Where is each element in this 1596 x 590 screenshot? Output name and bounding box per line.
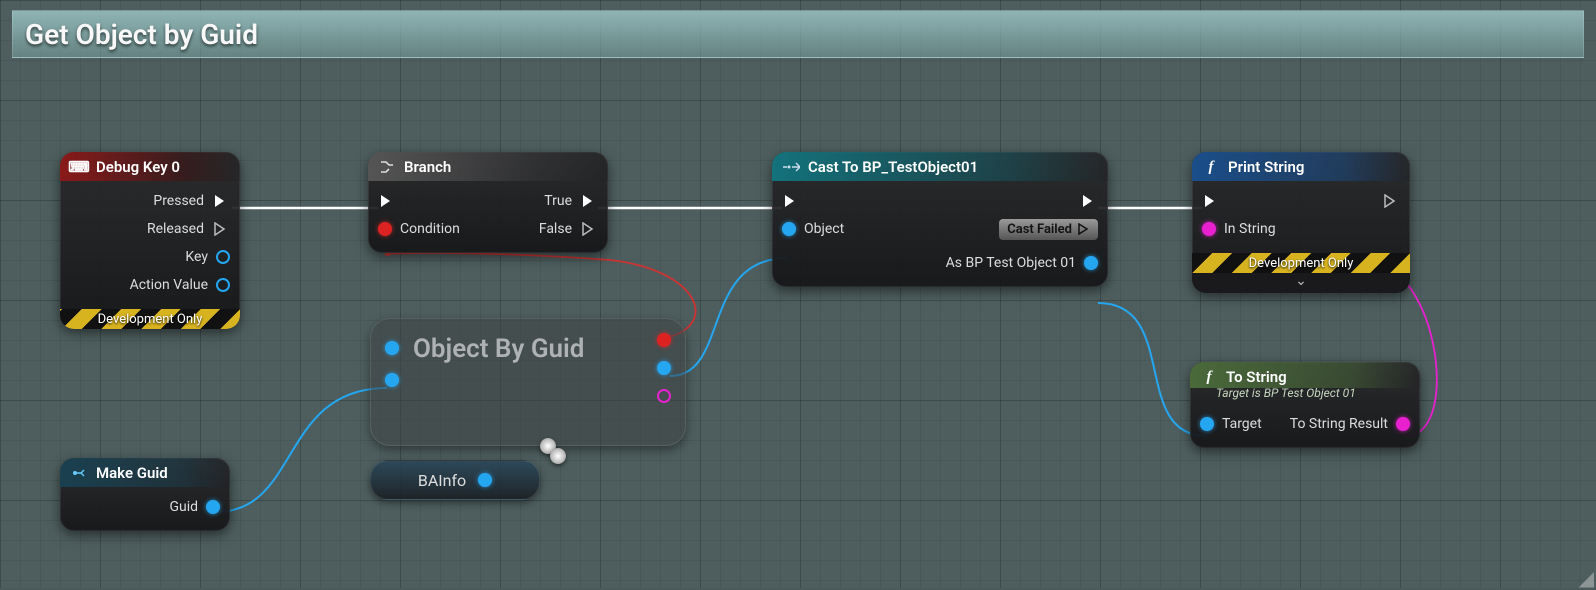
- exec-in[interactable]: [1202, 192, 1220, 210]
- node-bainfo[interactable]: BAInfo: [370, 460, 540, 500]
- cast-failed-button[interactable]: Cast Failed: [999, 219, 1098, 240]
- pin-label: False: [539, 221, 572, 237]
- cast-failed-label: Cast Failed: [1007, 222, 1072, 237]
- data-out-valid[interactable]: [657, 333, 671, 347]
- node-header[interactable]: Branch: [368, 152, 608, 181]
- pin-label: Pressed: [153, 193, 204, 209]
- data-in-target[interactable]: [1200, 417, 1214, 431]
- pin-label: Key: [185, 249, 208, 265]
- graph-title: Get Object by Guid: [25, 18, 258, 51]
- data-in-2[interactable]: [385, 373, 399, 387]
- node-title: Debug Key 0: [96, 158, 180, 176]
- data-out-string[interactable]: [657, 389, 671, 403]
- development-only-stripe: Development Only: [60, 309, 240, 329]
- node-title: Branch: [404, 158, 451, 176]
- exec-out-true[interactable]: [580, 192, 598, 210]
- node-header[interactable]: f Print String: [1192, 152, 1410, 181]
- cast-icon: [782, 160, 800, 174]
- data-out-key[interactable]: [216, 250, 230, 264]
- exec-out[interactable]: [1080, 192, 1098, 210]
- bainfo-label: BAInfo: [418, 471, 466, 490]
- node-subtitle: Target is BP Test Object 01: [1190, 386, 1420, 400]
- exec-out-pressed[interactable]: [212, 192, 230, 210]
- data-out-bainfo[interactable]: [478, 473, 492, 487]
- function-icon: f: [1202, 159, 1220, 176]
- hazard-label: Development Only: [98, 312, 203, 327]
- data-out-result[interactable]: [1396, 417, 1410, 431]
- function-icon: f: [1200, 369, 1218, 386]
- data-in-string[interactable]: [1202, 222, 1216, 236]
- pin-label: Released: [147, 221, 204, 237]
- node-make-guid[interactable]: Make Guid Guid: [60, 458, 230, 531]
- pin-label: Guid: [169, 499, 198, 515]
- resize-grip-icon[interactable]: ◢: [1574, 566, 1594, 586]
- keyboard-icon: ⌨: [70, 158, 88, 176]
- graph-title-bar: Get Object by Guid: [12, 10, 1584, 58]
- data-out-object[interactable]: [657, 361, 671, 375]
- exec-in[interactable]: [782, 192, 800, 210]
- node-debug-key[interactable]: ⌨ Debug Key 0 Pressed Released Key Actio…: [60, 152, 240, 329]
- reroute-knot[interactable]: [550, 448, 566, 464]
- data-in-condition[interactable]: [378, 222, 392, 236]
- expand-toggle[interactable]: ⌄: [1192, 273, 1410, 293]
- node-title: Make Guid: [96, 464, 168, 482]
- exec-out[interactable]: [1382, 192, 1400, 210]
- pin-label: Action Value: [130, 277, 208, 293]
- node-title: To String: [1226, 368, 1287, 386]
- node-header[interactable]: ⌨ Debug Key 0: [60, 152, 240, 181]
- node-header[interactable]: f To String: [1190, 362, 1420, 388]
- node-print-string[interactable]: f Print String In String Development Onl…: [1192, 152, 1410, 293]
- node-title: Print String: [1228, 158, 1304, 176]
- pin-label: To String Result: [1290, 416, 1388, 432]
- pin-label: Target: [1222, 416, 1262, 432]
- data-in-1[interactable]: [385, 341, 399, 355]
- data-out-action-value[interactable]: [216, 278, 230, 292]
- exec-out-released[interactable]: [212, 220, 230, 238]
- pin-label: In String: [1224, 221, 1276, 237]
- exec-in[interactable]: [378, 192, 396, 210]
- node-title: Cast To BP_TestObject01: [808, 158, 978, 176]
- exec-out-false[interactable]: [580, 220, 598, 238]
- node-object-by-guid[interactable]: Object By Guid: [370, 318, 686, 446]
- pin-label: True: [544, 193, 572, 209]
- node-cast[interactable]: Cast To BP_TestObject01 Object Cast Fail…: [772, 152, 1108, 287]
- development-only-stripe: Development Only: [1192, 253, 1410, 273]
- node-header[interactable]: Cast To BP_TestObject01: [772, 152, 1108, 181]
- pin-label: As BP Test Object 01: [946, 255, 1076, 271]
- node-header[interactable]: Make Guid: [60, 458, 230, 487]
- hazard-label: Development Only: [1249, 256, 1354, 271]
- data-out-guid[interactable]: [206, 500, 220, 514]
- struct-icon: [70, 466, 88, 480]
- node-branch[interactable]: Branch True Condition False: [368, 152, 608, 253]
- data-out-asbp[interactable]: [1084, 256, 1098, 270]
- pin-label: Condition: [400, 221, 460, 237]
- data-in-object[interactable]: [782, 222, 796, 236]
- node-title: Object By Guid: [413, 334, 584, 364]
- pin-label: Object: [804, 221, 844, 237]
- node-to-string[interactable]: f To String Target is BP Test Object 01 …: [1190, 362, 1420, 448]
- branch-icon: [378, 159, 396, 175]
